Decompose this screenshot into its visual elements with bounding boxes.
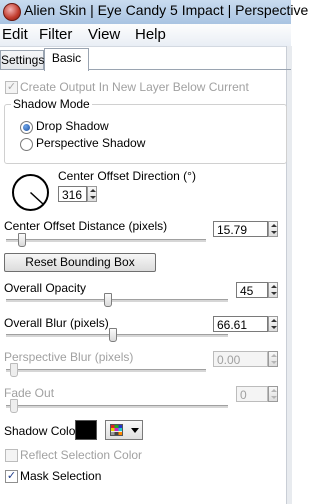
overall-opacity-field[interactable]: 45 xyxy=(236,282,268,298)
reflect-selection-color-label: Reflect Selection Color xyxy=(20,448,143,462)
menu-view[interactable]: View xyxy=(88,26,120,43)
create-output-checkbox[interactable]: ✓ xyxy=(5,81,18,94)
overall-opacity-label: Overall Opacity xyxy=(4,281,87,295)
dial-pointer-icon xyxy=(29,191,44,205)
fade-out-field[interactable]: 0 xyxy=(236,386,268,402)
overall-blur-field[interactable]: 66.61 xyxy=(213,316,268,332)
overall-blur-track xyxy=(6,334,228,338)
overall-opacity-spinner[interactable] xyxy=(268,282,278,298)
create-output-label: Create Output In New Layer Below Current xyxy=(20,80,249,94)
menu-help[interactable]: Help xyxy=(135,26,166,43)
drop-shadow-label: Drop Shadow xyxy=(36,119,109,133)
center-offset-distance-slider[interactable] xyxy=(18,233,26,247)
center-offset-direction-field[interactable]: 316 xyxy=(58,186,87,202)
center-offset-distance-field[interactable]: 15.79 xyxy=(213,221,268,237)
fade-out-track xyxy=(6,405,228,409)
fade-out-spinner[interactable] xyxy=(268,386,278,402)
overall-blur-spinner[interactable] xyxy=(268,316,278,332)
shadow-mode-label: Shadow Mode xyxy=(11,97,92,111)
app-icon xyxy=(3,3,21,21)
reflect-selection-color-checkbox[interactable] xyxy=(5,449,18,462)
window-title: Alien Skin | Eye Candy 5 Impact | Perspe… xyxy=(24,2,309,18)
shadow-color-label: Shadow Color xyxy=(4,424,80,438)
color-grid-icon xyxy=(110,424,123,436)
radio-drop-shadow[interactable] xyxy=(20,121,33,134)
center-offset-direction-spinner[interactable] xyxy=(87,186,97,202)
menu-edit[interactable]: Edit xyxy=(2,26,28,43)
center-offset-distance-label: Center Offset Distance (pixels) xyxy=(4,219,168,233)
fade-out-label: Fade Out xyxy=(4,386,55,400)
perspective-blur-slider[interactable] xyxy=(10,363,18,377)
menu-filter[interactable]: Filter xyxy=(39,26,72,43)
overall-blur-label: Overall Blur (pixels) xyxy=(4,316,109,330)
radio-selected-dot xyxy=(23,124,30,131)
chevron-down-icon xyxy=(131,428,139,433)
color-palette-button[interactable] xyxy=(105,420,143,440)
overall-opacity-slider[interactable] xyxy=(104,293,112,307)
perspective-shadow-label: Perspective Shadow xyxy=(36,136,146,150)
perspective-blur-track xyxy=(6,369,206,373)
shadow-mode-group xyxy=(4,104,287,164)
direction-dial[interactable] xyxy=(12,174,49,211)
mask-selection-checkbox[interactable]: ✓ xyxy=(5,470,18,483)
reset-bounding-box-button[interactable]: Reset Bounding Box xyxy=(4,253,156,272)
perspective-blur-label: Perspective Blur (pixels) xyxy=(4,350,134,364)
center-offset-distance-spinner[interactable] xyxy=(268,221,278,237)
perspective-blur-field[interactable]: 0.00 xyxy=(213,351,268,367)
shadow-color-swatch[interactable] xyxy=(75,420,97,440)
fade-out-slider[interactable] xyxy=(10,399,18,413)
center-offset-distance-track xyxy=(6,239,206,243)
tab-basic[interactable]: Basic xyxy=(44,48,89,71)
mask-selection-label: Mask Selection xyxy=(20,469,102,483)
overall-blur-slider[interactable] xyxy=(109,328,117,342)
radio-perspective-shadow[interactable] xyxy=(20,138,33,151)
center-offset-direction-label: Center Offset Direction (°) xyxy=(58,169,196,183)
tab-settings[interactable]: Settings xyxy=(0,50,44,70)
perspective-blur-spinner[interactable] xyxy=(268,351,278,367)
overall-opacity-track xyxy=(6,299,228,303)
